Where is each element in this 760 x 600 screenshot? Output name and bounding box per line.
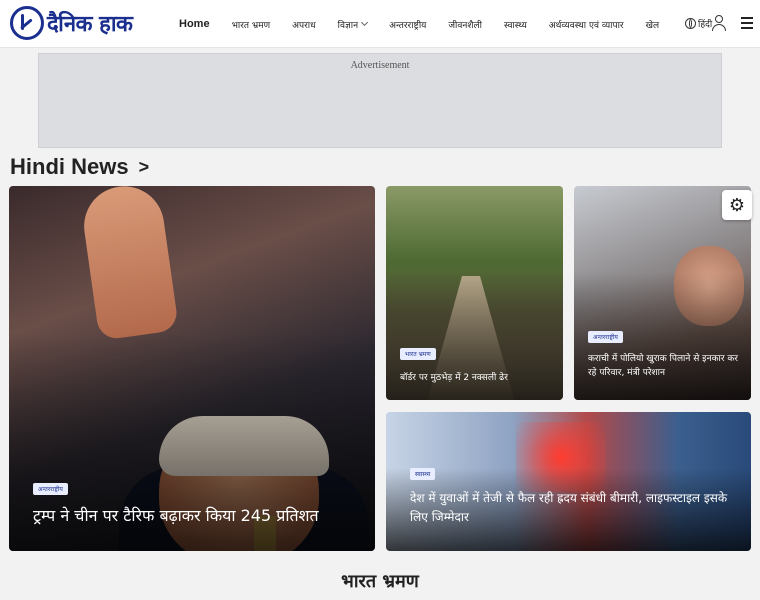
article-headline[interactable]: देश में युवाओं में तेजी से फैल रही ह्रदय… xyxy=(410,489,740,527)
site-logo[interactable]: दैनिक हाक xyxy=(10,6,133,40)
article-card[interactable]: भारत भ्रमण बॉर्डर पर मुठभेड़ में 2 नक्सल… xyxy=(386,186,563,400)
section-title-text: Hindi News xyxy=(10,154,129,179)
user-icon[interactable] xyxy=(712,15,726,32)
chevron-right-icon: > xyxy=(138,156,150,177)
nav-item-apradh[interactable]: अपराध xyxy=(292,18,316,31)
logo-text: दैनिक हाक xyxy=(47,12,133,37)
advertisement-label: Advertisement xyxy=(350,60,410,71)
advertisement-banner[interactable]: Advertisement xyxy=(38,53,722,148)
category-badge[interactable]: अन्तरराष्ट्रीय xyxy=(588,331,623,343)
nav-item-vigyan-label: विज्ञान xyxy=(337,20,359,31)
language-switcher[interactable]: हिंदी xyxy=(685,17,712,30)
section-title-bharat-bhraman[interactable]: भारत भ्रमण xyxy=(0,569,760,593)
nav-item-arthvyavastha[interactable]: अर्थव्यवस्था एवं व्यापार xyxy=(549,18,624,31)
nav-item-jeevanshaili[interactable]: जीवनशैली xyxy=(448,18,482,31)
nav-item-vigyan[interactable]: विज्ञान xyxy=(337,18,369,31)
nav-item-bharat-bhraman[interactable]: भारत भ्रमण xyxy=(232,18,271,31)
article-card[interactable]: स्वास्थ्य देश में युवाओं में तेजी से फैल… xyxy=(386,412,751,551)
article-headline[interactable]: बॉर्डर पर मुठभेड़ में 2 नक्सली ढेर xyxy=(400,370,555,383)
nav-item-khel[interactable]: खेल xyxy=(646,18,659,31)
language-label: हिंदी xyxy=(698,20,713,30)
nav-item-home[interactable]: Home xyxy=(179,18,210,30)
main-nav: Home भारत भ्रमण अपराध विज्ञान अन्तरराष्ट… xyxy=(179,0,681,48)
article-headline[interactable]: ट्रम्प ने चीन पर टैरिफ बढ़ाकर किया 245 प… xyxy=(33,504,363,526)
site-header: दैनिक हाक Home भारत भ्रमण अपराध विज्ञान … xyxy=(0,0,760,48)
nav-item-swasthya[interactable]: स्वास्थ्य xyxy=(504,18,527,31)
gear-icon[interactable]: ⚙ xyxy=(722,190,752,220)
hamburger-menu-icon[interactable] xyxy=(741,17,753,29)
chevron-down-icon xyxy=(361,18,369,27)
logo-clock-icon xyxy=(10,6,44,40)
photo-hand xyxy=(78,186,180,341)
category-badge[interactable]: अन्तरराष्ट्रीय xyxy=(33,483,68,495)
category-badge[interactable]: स्वास्थ्य xyxy=(410,468,436,480)
globe-icon xyxy=(685,18,696,29)
featured-article-card[interactable]: अन्तरराष्ट्रीय ट्रम्प ने चीन पर टैरिफ बढ… xyxy=(9,186,375,551)
article-headline[interactable]: कराची में पोलियो खुराक पिलाने से इनकार क… xyxy=(588,352,746,380)
category-badge[interactable]: भारत भ्रमण xyxy=(400,348,436,360)
section-title-hindi-news[interactable]: Hindi News > xyxy=(10,154,149,180)
nav-item-antarrashtriya[interactable]: अन्तरराष्ट्रीय xyxy=(389,18,426,31)
